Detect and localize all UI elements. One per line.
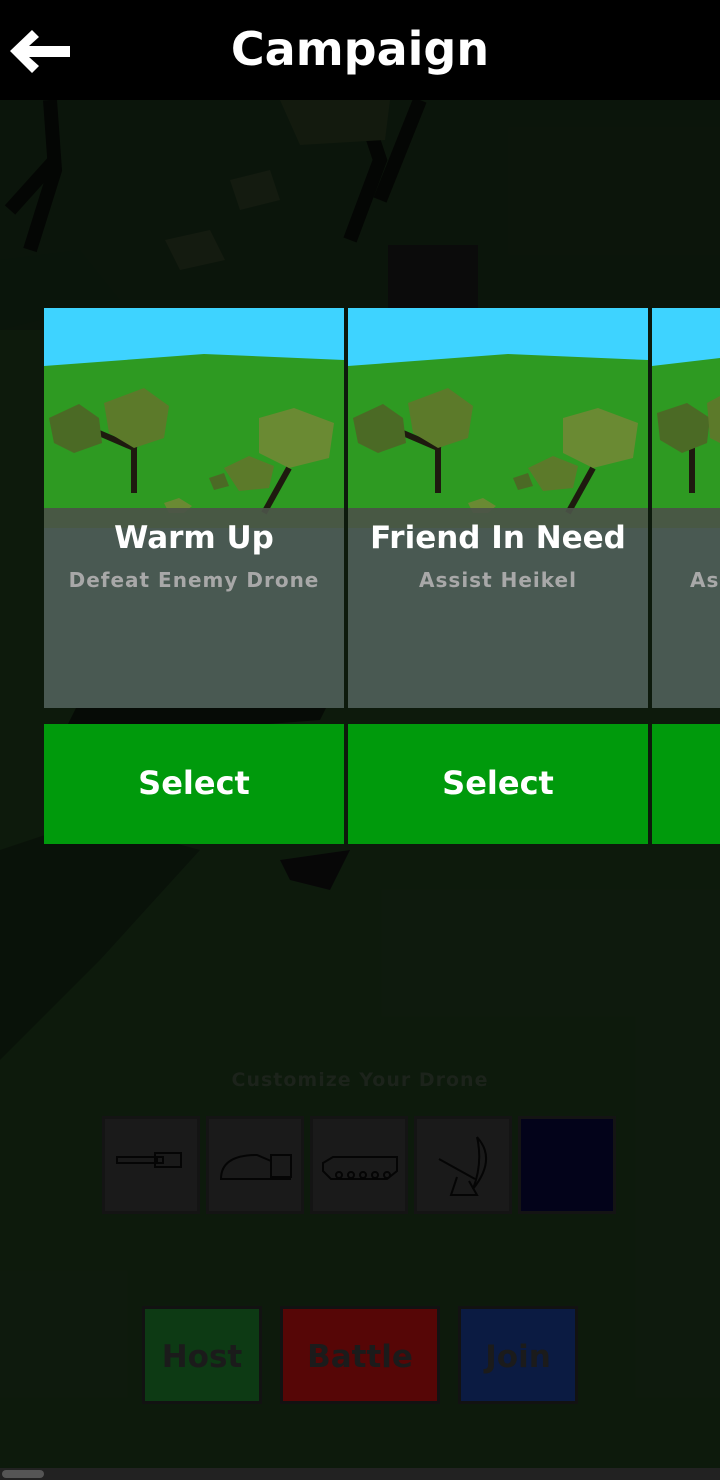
- battle-button-label: Battle: [307, 1339, 413, 1375]
- join-button-label: Join: [485, 1339, 551, 1375]
- mission-name: Warm Up: [114, 520, 274, 556]
- empty-slot[interactable]: [518, 1116, 616, 1214]
- sensor-slot[interactable]: [414, 1116, 512, 1214]
- mission-name: Friend In Need: [370, 520, 626, 556]
- mission-info-panel: [652, 508, 720, 708]
- tank-chassis-icon: [322, 1156, 398, 1180]
- scrollbar-thumb[interactable]: [2, 1470, 44, 1478]
- page-title: Campaign: [230, 22, 490, 76]
- mission-card[interactable]: As: [652, 308, 720, 708]
- weapon-slot[interactable]: [102, 1116, 200, 1214]
- weapon-gun-icon: [116, 1152, 182, 1168]
- join-button[interactable]: Join: [458, 1306, 578, 1404]
- customize-label: Customize Your Drone: [231, 1069, 489, 1091]
- select-button[interactable]: [652, 724, 720, 844]
- mission-preview-image: [44, 308, 344, 528]
- dome-turret-icon: [219, 1153, 292, 1180]
- battle-button[interactable]: Battle: [280, 1306, 440, 1404]
- host-button[interactable]: Host: [142, 1306, 262, 1404]
- mission-preview-image: [652, 308, 720, 528]
- select-button[interactable]: Select: [348, 724, 648, 844]
- header-bar: Campaign: [0, 0, 720, 100]
- radar-dish-icon: [438, 1136, 487, 1196]
- chassis-slot[interactable]: [310, 1116, 408, 1214]
- select-button-label: Select: [138, 764, 250, 802]
- mission-objective: Assist Heikel: [419, 568, 577, 592]
- mission-preview-image: [348, 308, 648, 528]
- select-button-label: Select: [442, 764, 554, 802]
- mission-objective: Defeat Enemy Drone: [68, 568, 320, 592]
- turret-slot[interactable]: [206, 1116, 304, 1214]
- mission-objective: As: [690, 568, 720, 592]
- mission-card[interactable]: Warm Up Defeat Enemy Drone: [44, 308, 344, 708]
- horizontal-scrollbar[interactable]: [0, 1468, 720, 1480]
- mission-card[interactable]: Friend In Need Assist Heikel: [348, 308, 648, 708]
- host-button-label: Host: [161, 1339, 243, 1375]
- select-button[interactable]: Select: [44, 724, 344, 844]
